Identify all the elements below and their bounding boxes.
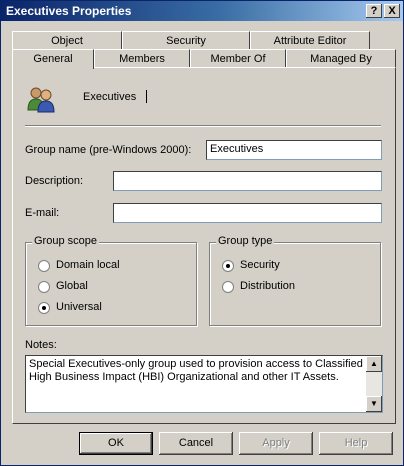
scroll-up-icon[interactable]: ▲	[366, 356, 382, 372]
radio-domain-local[interactable]	[38, 260, 50, 272]
apply-button[interactable]: Apply	[239, 432, 313, 455]
tab-object[interactable]: Object	[12, 31, 122, 49]
distribution-label[interactable]: Distribution	[240, 280, 295, 292]
group-type-legend: Group type	[216, 235, 275, 247]
description-label: Description:	[25, 175, 84, 187]
notes-text: Special Executives-only group used to pr…	[29, 358, 363, 383]
domain-local-label[interactable]: Domain local	[56, 259, 120, 271]
title-bar[interactable]: Executives Properties ? X	[1, 1, 403, 21]
email-input[interactable]	[113, 203, 382, 223]
tab-general[interactable]: General	[12, 49, 94, 69]
notes-scrollbar[interactable]: ▲ ▼	[366, 356, 382, 412]
description-input[interactable]	[113, 171, 382, 191]
text-cursor	[146, 90, 147, 103]
window-title: Executives Properties	[6, 4, 132, 18]
group-scope-legend: Group scope	[32, 235, 99, 247]
email-label: E-mail:	[25, 207, 60, 219]
ok-button[interactable]: OK	[79, 432, 153, 455]
universal-label[interactable]: Universal	[56, 301, 102, 313]
global-label[interactable]: Global	[56, 280, 88, 292]
notes-textarea[interactable]: Special Executives-only group used to pr…	[25, 355, 383, 413]
tab-managed-by[interactable]: Managed By	[286, 49, 396, 67]
radio-selected-dot	[42, 306, 46, 310]
security-label[interactable]: Security	[240, 259, 280, 271]
group-scope-box: Group scope Domain local Global Universa…	[25, 235, 197, 326]
group-type-box: Group type Security Distribution	[209, 235, 381, 326]
separator	[25, 125, 381, 127]
tab-members[interactable]: Members	[94, 49, 190, 67]
close-button[interactable]: X	[384, 4, 400, 18]
help-title-button[interactable]: ?	[366, 4, 382, 18]
general-tab-panel: Executives Group name (pre-Windows 2000)…	[12, 67, 396, 424]
radio-security[interactable]	[222, 260, 234, 272]
radio-global[interactable]	[38, 281, 50, 293]
object-name[interactable]: Executives	[83, 91, 136, 103]
radio-universal[interactable]	[38, 302, 50, 314]
users-group-icon	[27, 87, 55, 113]
scroll-down-icon[interactable]: ▼	[366, 396, 382, 412]
group-name-input[interactable]: Executives	[206, 140, 382, 160]
properties-dialog: Executives Properties ? X Object Securit…	[0, 0, 404, 466]
cancel-button[interactable]: Cancel	[159, 432, 233, 455]
radio-selected-dot	[226, 264, 230, 268]
tab-member-of[interactable]: Member Of	[190, 49, 286, 67]
tab-security[interactable]: Security	[122, 31, 250, 49]
notes-label: Notes:	[25, 339, 57, 351]
tab-attribute-editor[interactable]: Attribute Editor	[250, 31, 370, 49]
radio-distribution[interactable]	[222, 281, 234, 293]
group-name-label: Group name (pre-Windows 2000):	[25, 144, 192, 156]
help-button[interactable]: Help	[319, 432, 393, 455]
